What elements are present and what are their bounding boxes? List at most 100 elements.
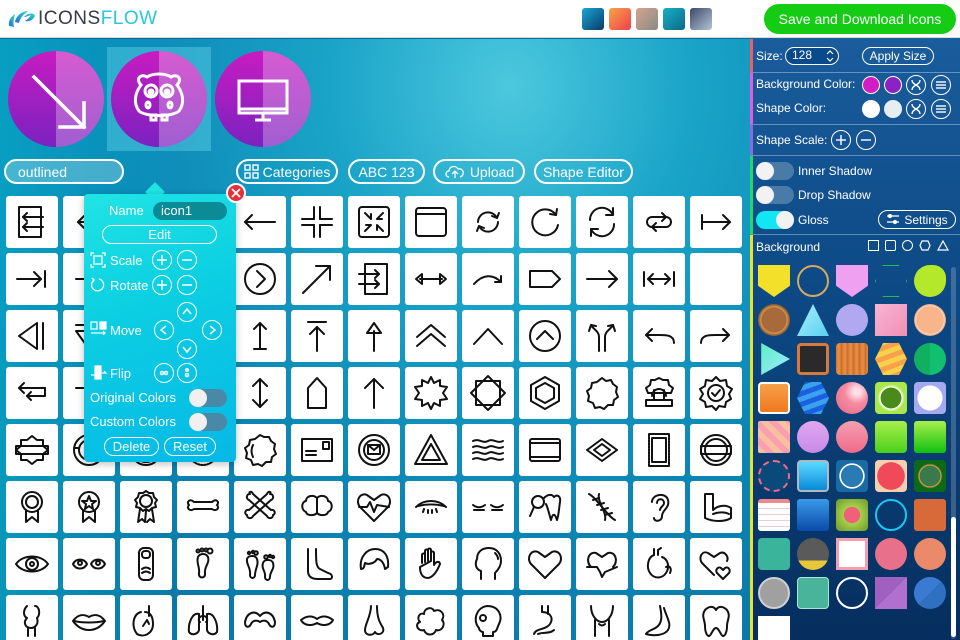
icon-cell-mustache-2[interactable] [291,595,343,640]
icon-cell-split-arrows[interactable] [576,310,628,362]
logo[interactable]: ICONSFLOW [6,7,158,31]
preview-icon-arrow-down-right[interactable] [8,51,104,147]
icon-cell-ticket[interactable] [519,424,571,476]
icon-cell-circle-banner[interactable] [690,424,742,476]
icon-cell-eye[interactable] [6,538,58,590]
background-shape-teal-square[interactable] [758,538,790,570]
background-shape-lilac-circle[interactable] [797,421,829,453]
background-shape-salmon-circle[interactable] [914,538,946,570]
icon-cell-redo-circle[interactable] [519,196,571,248]
background-shape-gray-yellow-circle[interactable] [797,538,829,570]
background-shape-orange-tile[interactable] [914,499,946,531]
scale-down-button[interactable] [177,250,197,270]
move-up-button[interactable] [177,302,197,322]
icon-cell-arrows-horizontal[interactable] [405,253,457,305]
close-popup-button[interactable] [226,183,246,203]
background-shape-yellow-shield[interactable] [758,265,790,297]
icon-cell-enter-box[interactable] [348,253,400,305]
icon-cell-head[interactable] [462,538,514,590]
icon-cell-chevron-circle-up[interactable] [519,310,571,362]
background-shape-lavender-circle[interactable] [836,304,868,336]
background-shape-white-page[interactable] [758,616,790,640]
preview-icon-monitor[interactable] [215,51,311,147]
background-shape-blue-glossy-square[interactable] [797,460,829,492]
abc-123-button[interactable]: ABC 123 [348,159,425,184]
scrollbar-thumb[interactable] [951,517,956,637]
theme-swatch-teal[interactable] [663,8,685,30]
icon-cell-arrow-up-right[interactable] [291,253,343,305]
icon-cell-sync-circle[interactable] [462,196,514,248]
background-shape-green-app[interactable] [875,382,907,414]
icon-cell-mustache[interactable] [234,595,286,640]
background-shape-pink-glossy[interactable] [836,382,868,414]
icon-cell-kidney[interactable] [120,595,172,640]
icon-cell-bone[interactable] [177,481,229,533]
icon-cell-nose[interactable] [348,595,400,640]
background-shape-green-speech[interactable] [914,421,946,453]
background-shape-wood-tile[interactable] [836,343,868,375]
gloss-settings-button[interactable]: Settings [878,210,956,229]
scale-up-button[interactable] [152,250,172,270]
icon-name-input[interactable] [153,202,227,220]
drop-shadow-toggle[interactable] [756,186,794,204]
icon-cell-arrows-horizontal-bars[interactable] [633,253,685,305]
background-shape-lime-star[interactable] [875,421,907,453]
icon-cell-waves[interactable] [462,424,514,476]
icon-cell-arrows-vertical[interactable] [234,367,286,419]
theme-swatch-slate[interactable] [690,8,712,30]
background-shape-white-ring[interactable] [836,577,868,609]
background-shape-cyan-ring[interactable] [875,499,907,531]
background-shape-green-shield[interactable] [914,460,946,492]
icon-cell-anatomical-heart[interactable] [633,538,685,590]
icon-cell-skull[interactable] [462,595,514,640]
icon-cell-triangle-double[interactable] [405,424,457,476]
stepper-icon[interactable] [826,50,834,62]
background-shape-peach-plaid[interactable] [758,421,790,453]
background-shape-notepad[interactable] [758,499,790,531]
original-colors-toggle[interactable] [189,389,227,407]
icon-cell-arm[interactable] [690,481,742,533]
icon-cell-brain[interactable] [291,481,343,533]
icon-cell-tooth-search[interactable] [519,481,571,533]
icon-cell-arrow-return[interactable] [6,367,58,419]
rounded-square-filter-icon[interactable] [885,240,896,251]
rotate-counterclockwise-button[interactable] [177,275,197,295]
icon-cell-lungs[interactable] [177,595,229,640]
icon-cell-neck[interactable] [576,595,628,640]
background-shape-peach-ring[interactable] [914,304,946,336]
reset-button[interactable]: Reset [164,437,216,456]
inner-shadow-toggle[interactable] [756,162,794,180]
icon-cell-heart[interactable] [519,538,571,590]
icon-cell-arrow-left[interactable] [234,196,286,248]
background-shape-dark-tile[interactable] [797,343,829,375]
icon-cell-chevrons-up[interactable] [405,310,457,362]
icon-cell-arrow-up-triangle[interactable] [348,310,400,362]
icon-cell-finger[interactable] [120,538,172,590]
shape-color-1-swatch[interactable] [862,100,880,118]
icon-cell-knee[interactable] [6,595,58,640]
background-shape-dashed-circle[interactable] [758,460,790,492]
background-shape-blue-speech[interactable] [797,499,829,531]
icon-cell-repeat-loop[interactable] [633,196,685,248]
background-shape-orange-square[interactable] [758,382,790,414]
rotate-clockwise-button[interactable] [152,275,172,295]
shape-color-settings-button[interactable] [931,99,951,119]
background-shape-white-frame[interactable] [836,538,868,570]
move-left-button[interactable] [154,320,174,340]
icon-cell-badge-check[interactable] [690,367,742,419]
icon-cell-curved-arrow-right[interactable] [462,253,514,305]
icon-cell-refresh[interactable] [576,196,628,248]
background-shape-pink-circle[interactable] [875,538,907,570]
circle-filter-icon[interactable] [902,240,913,251]
icon-cell-badge-banner[interactable] [6,424,58,476]
icon-cell-medal[interactable] [6,481,58,533]
background-shape-purple-square[interactable] [875,577,907,609]
flip-vertical-button[interactable] [177,363,197,383]
background-shape-green-half-circle[interactable] [914,343,946,375]
background-shape-pink-dotted[interactable] [836,421,868,453]
background-shape-pink-pentagon[interactable] [836,265,868,297]
categories-button[interactable]: Categories [236,159,338,184]
upload-button[interactable]: Upload [433,159,525,184]
icon-cell-eyelashes[interactable] [462,481,514,533]
background-shape-blue-ring-square[interactable] [836,460,868,492]
